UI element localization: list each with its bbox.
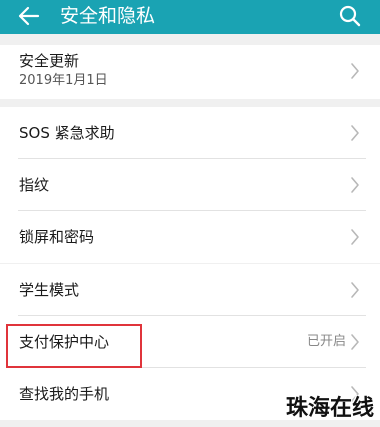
page-title: 安全和隐私 bbox=[60, 5, 156, 27]
security-update-date: 2019年1月1日 bbox=[19, 73, 108, 88]
payment-protection-item[interactable]: 支付保护中心 已开启 bbox=[0, 316, 380, 368]
lockscreen-password-label: 锁屏和密码 bbox=[19, 228, 95, 246]
sos-emergency-label: SOS 紧急求助 bbox=[19, 124, 115, 142]
settings-group-security: SOS 紧急求助 指纹 锁屏和密码 bbox=[0, 107, 380, 263]
chevron-right-icon bbox=[351, 125, 359, 141]
settings-group-update: 安全更新 2019年1月1日 bbox=[0, 45, 380, 99]
payment-protection-label: 支付保护中心 bbox=[19, 333, 110, 351]
chevron-right-icon bbox=[351, 63, 359, 79]
app-header: 安全和隐私 bbox=[0, 0, 380, 34]
chevron-right-icon bbox=[351, 177, 359, 193]
chevron-right-icon bbox=[351, 334, 359, 350]
student-mode-item[interactable]: 学生模式 bbox=[0, 264, 380, 316]
find-my-phone-label: 查找我的手机 bbox=[19, 385, 110, 403]
security-update-item[interactable]: 安全更新 2019年1月1日 bbox=[0, 45, 380, 99]
search-icon[interactable] bbox=[338, 4, 362, 28]
chevron-right-icon bbox=[351, 282, 359, 298]
lockscreen-password-item[interactable]: 锁屏和密码 bbox=[0, 211, 380, 263]
chevron-right-icon bbox=[351, 229, 359, 245]
security-update-label: 安全更新 bbox=[19, 52, 80, 70]
fingerprint-label: 指纹 bbox=[19, 176, 50, 194]
fingerprint-item[interactable]: 指纹 bbox=[0, 159, 380, 211]
student-mode-label: 学生模式 bbox=[19, 281, 80, 299]
payment-protection-status: 已开启 bbox=[306, 334, 346, 349]
watermark: 珠海在线 bbox=[286, 396, 375, 421]
arrow-left-icon[interactable] bbox=[16, 4, 42, 28]
sos-emergency-item[interactable]: SOS 紧急求助 bbox=[0, 107, 380, 159]
